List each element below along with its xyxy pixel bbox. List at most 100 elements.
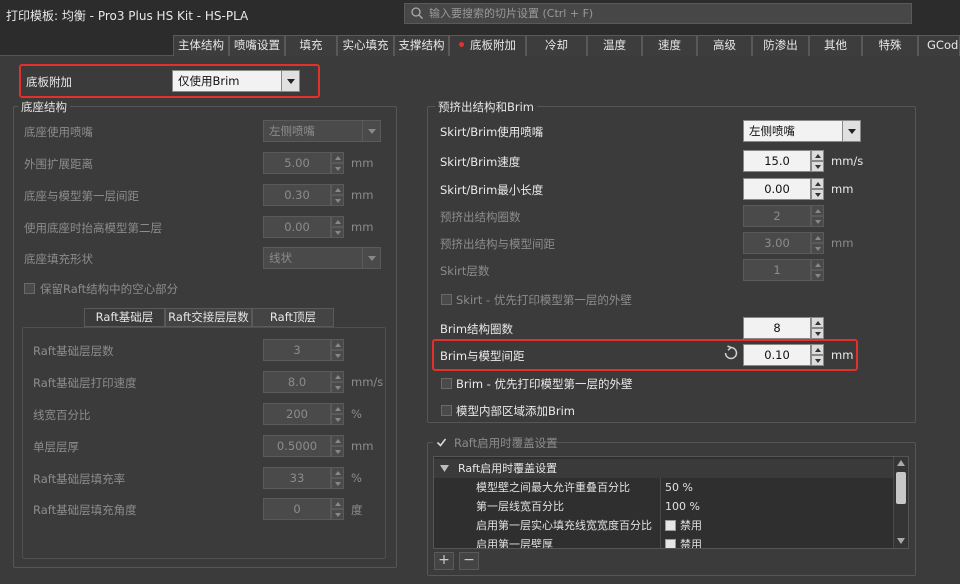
spin-down-icon[interactable] xyxy=(811,243,824,254)
spin-up-icon[interactable] xyxy=(331,371,344,382)
raft-nozzle-combo[interactable]: 左侧喷嘴 xyxy=(263,120,381,142)
spin-down-icon[interactable] xyxy=(331,478,344,489)
spin-up-icon[interactable] xyxy=(331,152,344,163)
skirt-outlines-field[interactable]: 2 xyxy=(743,205,811,227)
raft-base-speed-label: Raft基础层打印速度 xyxy=(33,376,137,390)
skirt-speed-field[interactable]: 15.0 xyxy=(743,150,811,172)
scrollbar-thumb[interactable] xyxy=(896,472,906,504)
raft-separation-field[interactable]: 0.30 xyxy=(263,184,331,206)
spin-up-icon[interactable] xyxy=(811,205,824,216)
scroll-down-icon[interactable] xyxy=(897,538,905,544)
skirt-nozzle-label: Skirt/Brim使用喷嘴 xyxy=(440,125,544,139)
override-tree[interactable]: Raft启用时覆盖设置 模型壁之间最大允许重叠百分比 50 % 第一层线宽百分比… xyxy=(433,456,909,549)
width-pct-field[interactable]: 200 xyxy=(263,403,331,425)
scroll-up-icon[interactable] xyxy=(897,460,905,466)
tree-row-checkbox[interactable] xyxy=(665,520,676,531)
brim-outlines-field[interactable]: 8 xyxy=(743,317,811,339)
add-button[interactable]: + xyxy=(434,552,454,570)
tree-row[interactable]: 启用第一层实心填充线宽宽度百分比 禁用 xyxy=(434,516,894,535)
fill-angle-field[interactable]: 0 xyxy=(263,498,331,520)
spin-up-icon[interactable] xyxy=(331,184,344,195)
checkmark-icon[interactable] xyxy=(436,437,447,448)
search-box[interactable] xyxy=(404,3,912,24)
spin-down-icon[interactable] xyxy=(811,328,824,339)
tree-row[interactable]: 模型壁之间最大允许重叠百分比 50 % xyxy=(434,478,894,497)
remove-button[interactable]: − xyxy=(459,552,479,570)
tab-temperature[interactable]: 温度 xyxy=(587,35,642,56)
raft-base-layers-field[interactable]: 3 xyxy=(263,339,331,361)
skirt-distance-field[interactable]: 3.00 xyxy=(743,232,811,254)
raft-base-layers-label: Raft基础层层数 xyxy=(33,344,114,358)
tree-row[interactable]: 启用第一层壁厚 禁用 xyxy=(434,535,894,548)
tab-ooze[interactable]: 防渗出 xyxy=(752,35,809,56)
spin-up-icon[interactable] xyxy=(811,232,824,243)
search-input[interactable] xyxy=(429,5,899,22)
tree-header-row[interactable]: Raft启用时覆盖设置 xyxy=(434,459,894,478)
subtab-raft-top[interactable]: Raft顶层 xyxy=(252,308,334,327)
brim-outlines-label: Brim结构圈数 xyxy=(440,322,514,336)
keep-hollow-checkbox[interactable] xyxy=(24,283,35,294)
override-title-wrap: Raft启用时覆盖设置 xyxy=(433,435,558,450)
spin-up-icon[interactable] xyxy=(331,467,344,478)
raft-lift-field[interactable]: 0.00 xyxy=(263,216,331,238)
spin-down-icon[interactable] xyxy=(811,216,824,227)
spin-down-icon[interactable] xyxy=(331,350,344,361)
tree-scrollbar[interactable] xyxy=(893,457,908,548)
skirt-first-checkbox[interactable] xyxy=(441,294,452,305)
tree-row-value: 禁用 xyxy=(680,519,702,532)
spin-up-icon[interactable] xyxy=(331,339,344,350)
tab-shell[interactable]: 主体结构 xyxy=(173,35,229,56)
raft-nozzle-label: 底座使用喷嘴 xyxy=(24,125,93,139)
tab-cooling[interactable]: 冷却 xyxy=(526,35,587,56)
tab-support[interactable]: 支撑结构 xyxy=(394,35,449,56)
tree-row[interactable]: 第一层线宽百分比 100 % xyxy=(434,497,894,516)
raft-offset-field[interactable]: 5.00 xyxy=(263,152,331,174)
tab-infill[interactable]: 填充 xyxy=(285,35,337,56)
brim-inner-checkbox[interactable] xyxy=(441,405,452,416)
spin-up-icon[interactable] xyxy=(331,498,344,509)
brim-first-checkbox[interactable] xyxy=(441,378,452,389)
skirt-nozzle-combo[interactable]: 左侧喷嘴 xyxy=(743,120,861,142)
tab-other[interactable]: 其他 xyxy=(809,35,862,56)
spin-up-icon[interactable] xyxy=(811,259,824,270)
tab-solid-infill[interactable]: 实心填充 xyxy=(337,35,394,56)
subtab-label: Raft基础层 xyxy=(95,310,154,324)
skirt-layers-field[interactable]: 1 xyxy=(743,259,811,281)
raft-nozzle-value: 左侧喷嘴 xyxy=(269,124,315,138)
spin-down-icon[interactable] xyxy=(811,161,824,172)
spin-down-icon[interactable] xyxy=(331,414,344,425)
spin-down-icon[interactable] xyxy=(331,195,344,206)
tab-platform-additions[interactable]: 底板附加 xyxy=(449,35,526,56)
spin-down-icon[interactable] xyxy=(331,509,344,520)
subtab-raft-base[interactable]: Raft基础层 xyxy=(84,308,165,327)
subtab-raft-interface[interactable]: Raft交接层层数 xyxy=(165,308,252,327)
spin-up-icon[interactable] xyxy=(811,178,824,189)
spin-down-icon[interactable] xyxy=(331,446,344,457)
layer-thickness-field[interactable]: 0.5000 xyxy=(263,435,331,457)
spin-down-icon[interactable] xyxy=(331,382,344,393)
tab-label: 高级 xyxy=(713,38,736,52)
fill-rate-field[interactable]: 33 xyxy=(263,467,331,489)
spin-up-icon[interactable] xyxy=(331,403,344,414)
spin-down-icon[interactable] xyxy=(331,163,344,174)
spin-up-icon[interactable] xyxy=(811,150,824,161)
spin-down-icon[interactable] xyxy=(331,227,344,238)
tab-advanced[interactable]: 高级 xyxy=(697,35,752,56)
spin-down-icon[interactable] xyxy=(811,270,824,281)
raft-offset-label: 外围扩展距离 xyxy=(24,157,93,171)
spin-up-icon[interactable] xyxy=(331,216,344,227)
spin-down-icon[interactable] xyxy=(811,189,824,200)
tab-speed[interactable]: 速度 xyxy=(642,35,697,56)
tree-row-checkbox[interactable] xyxy=(665,539,676,548)
spin-up-icon[interactable] xyxy=(331,435,344,446)
spin-up-icon[interactable] xyxy=(811,317,824,328)
skirt-min-length-field[interactable]: 0.00 xyxy=(743,178,811,200)
tab-special[interactable]: 特殊 xyxy=(862,35,918,56)
subtab-label: Raft交接层层数 xyxy=(168,310,249,324)
raft-infill-combo[interactable]: 线状 xyxy=(263,247,381,269)
raft-base-speed-field[interactable]: 8.0 xyxy=(263,371,331,393)
expand-triangle-icon[interactable] xyxy=(440,465,449,472)
tab-extruder[interactable]: 喷嘴设置 xyxy=(229,35,285,56)
tab-gcode[interactable]: GCode xyxy=(918,35,960,56)
skirt-first-label: Skirt - 优先打印模型第一层的外壁 xyxy=(456,293,632,307)
